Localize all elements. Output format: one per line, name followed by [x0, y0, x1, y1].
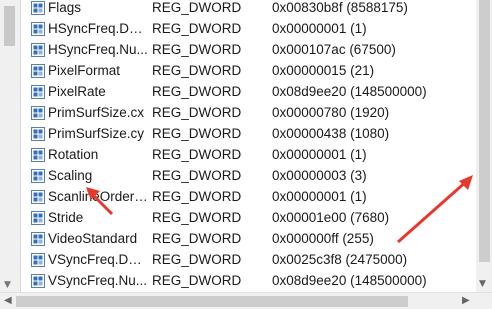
vertical-scroll-thumb[interactable]	[479, 0, 490, 262]
value-type: REG_DWORD	[152, 21, 242, 36]
value-type: REG_DWORD	[152, 168, 242, 183]
value-name: PrimSurfSize.cy	[48, 126, 145, 141]
reg-dword-icon	[31, 85, 45, 99]
registry-value-row[interactable]: VideoStandard REG_DWORD 0x000000ff (255)	[28, 229, 476, 250]
tree-pane-scrollbar[interactable]: ▼	[0, 0, 21, 292]
value-type: REG_DWORD	[152, 147, 242, 162]
value-name: Stride	[48, 210, 84, 225]
registry-value-row[interactable]: PixelFormat REG_DWORD 0x00000015 (21)	[28, 61, 476, 82]
value-name: VSyncFreq.Nu...	[48, 273, 148, 288]
vertical-scrollbar[interactable]: ▼	[476, 0, 492, 292]
reg-dword-icon	[31, 1, 45, 15]
registry-value-row[interactable]: Rotation REG_DWORD 0x00000001 (1)	[28, 145, 476, 166]
value-type: REG_DWORD	[152, 189, 242, 204]
registry-value-row[interactable]: PrimSurfSize.cy REG_DWORD 0x00000438 (1080…	[28, 124, 476, 145]
value-data: 0x00000003 (3)	[272, 168, 367, 183]
registry-value-row[interactable]: HSyncFreq.Den... REG_DWORD 0x00000001 (1)	[28, 19, 476, 40]
registry-value-row[interactable]: VSyncFreq.Den... REG_DWORD 0x0025c3f8 (247…	[28, 250, 476, 271]
value-data: 0x000107ac (67500)	[272, 42, 396, 57]
reg-dword-icon	[31, 43, 45, 57]
value-type: REG_DWORD	[152, 63, 242, 78]
value-data: 0x0025c3f8 (2475000)	[272, 252, 408, 267]
reg-dword-icon	[31, 22, 45, 36]
value-data: 0x08d9ee20 (148500000)	[272, 273, 427, 288]
value-data: 0x00000001 (1)	[272, 21, 367, 36]
reg-dword-icon	[31, 274, 45, 288]
value-name: HSyncFreq.Nu...	[48, 42, 148, 57]
registry-value-row[interactable]: HSyncFreq.Nu... REG_DWORD 0x000107ac (6750…	[28, 40, 476, 61]
tree-pane-scroll-thumb[interactable]	[4, 6, 15, 46]
value-data: 0x00830b8f (8588175)	[272, 0, 408, 15]
value-data: 0x08d9ee20 (148500000)	[272, 84, 427, 99]
reg-dword-icon	[31, 232, 45, 246]
value-type: REG_DWORD	[152, 0, 242, 15]
tree-pane-scroll-down-icon[interactable]: ▼	[4, 280, 11, 290]
value-data: 0x00000001 (1)	[272, 147, 367, 162]
value-type: REG_DWORD	[152, 231, 242, 246]
value-data: 0x000000ff (255)	[272, 231, 374, 246]
values-list: Flags REG_DWORD 0x00830b8f (8588175) HSyncF…	[28, 0, 476, 292]
scroll-left-icon[interactable]: ◀	[4, 295, 12, 306]
reg-dword-icon	[31, 106, 45, 120]
value-type: REG_DWORD	[152, 42, 242, 57]
registry-value-row[interactable]: Stride REG_DWORD 0x00001e00 (7680)	[28, 208, 476, 229]
reg-dword-icon	[31, 190, 45, 204]
value-name: Flags	[48, 0, 82, 15]
value-name: PixelRate	[48, 84, 106, 99]
registry-value-row[interactable]: Flags REG_DWORD 0x00830b8f (8588175)	[28, 0, 476, 19]
value-type: REG_DWORD	[152, 252, 242, 267]
registry-value-row[interactable]: ScanlineOrderi... REG_DWORD 0x00000001 (1)	[28, 187, 476, 208]
value-name: PrimSurfSize.cx	[48, 105, 145, 120]
reg-dword-icon	[31, 211, 45, 225]
value-name: PixelFormat	[48, 63, 121, 78]
reg-dword-icon	[31, 169, 45, 183]
horizontal-scroll-thumb[interactable]	[16, 296, 408, 307]
registry-value-row[interactable]: Scaling REG_DWORD 0x00000003 (3)	[28, 166, 476, 187]
value-name: HSyncFreq.Den...	[48, 21, 148, 36]
value-name: Rotation	[48, 147, 99, 162]
value-type: REG_DWORD	[152, 84, 242, 99]
horizontal-scrollbar[interactable]: ◀ ▶	[0, 292, 492, 309]
registry-value-row[interactable]: PrimSurfSize.cx REG_DWORD 0x00000780 (1920…	[28, 103, 476, 124]
value-data: 0x00000780 (1920)	[272, 105, 390, 120]
registry-values-list-window: ▼ Flags REG_DWORD 0x00830b8f (8588175) HSyn…	[0, 0, 492, 309]
value-name: VSyncFreq.Den...	[48, 252, 148, 267]
reg-dword-icon	[31, 148, 45, 162]
value-type: REG_DWORD	[152, 126, 242, 141]
scroll-down-icon[interactable]: ▼	[479, 279, 486, 289]
registry-value-row[interactable]: VSyncFreq.Nu... REG_DWORD 0x08d9ee20 (1485…	[28, 271, 476, 292]
value-name: VideoStandard	[48, 231, 138, 246]
scroll-right-icon[interactable]: ▶	[462, 295, 470, 306]
value-type: REG_DWORD	[152, 273, 242, 288]
reg-dword-icon	[31, 127, 45, 141]
value-data: 0x00000015 (21)	[272, 63, 375, 78]
value-data: 0x00000438 (1080)	[272, 126, 390, 141]
registry-value-row[interactable]: PixelRate REG_DWORD 0x08d9ee20 (148500000)	[28, 82, 476, 103]
reg-dword-icon	[31, 64, 45, 78]
value-type: REG_DWORD	[152, 210, 242, 225]
value-type: REG_DWORD	[152, 105, 242, 120]
value-name: Scaling	[48, 168, 93, 183]
value-data: 0x00000001 (1)	[272, 189, 367, 204]
reg-dword-icon	[31, 253, 45, 267]
value-name: ScanlineOrderi...	[48, 189, 148, 204]
value-data: 0x00001e00 (7680)	[272, 210, 390, 225]
